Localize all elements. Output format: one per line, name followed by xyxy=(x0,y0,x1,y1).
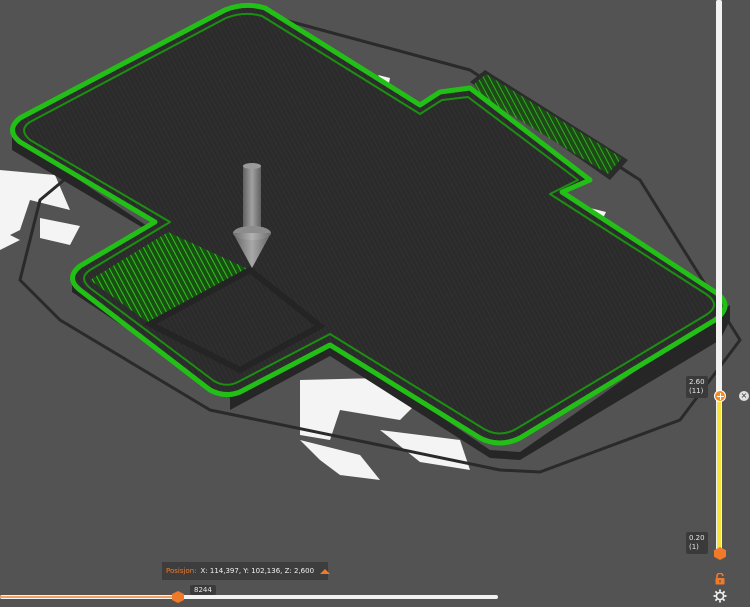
layer-top-label: 2.60 (11) xyxy=(686,376,708,398)
position-value: X: 114,397, Y: 102,136, Z: 2,600 xyxy=(200,567,315,575)
3d-preview-scene[interactable] xyxy=(0,0,750,607)
layer-bottom-index: (1) xyxy=(689,543,699,551)
layer-top-thumb[interactable] xyxy=(714,390,726,402)
layer-bottom-label: 0.20 (1) xyxy=(686,532,708,554)
layer-range-fill xyxy=(717,396,721,554)
layer-top-index: (11) xyxy=(689,387,704,395)
position-title: Posisjon: xyxy=(166,567,197,575)
triangle-up-icon[interactable] xyxy=(320,568,331,574)
move-slider-fill xyxy=(0,596,178,598)
position-readout-panel: Posisjon: X: 114,397, Y: 102,136, Z: 2,6… xyxy=(162,562,331,580)
close-icon[interactable]: × xyxy=(739,391,749,401)
layer-top-value: 2.60 xyxy=(689,378,705,386)
lock-open-icon[interactable] xyxy=(714,573,726,585)
layer-bottom-value: 0.20 xyxy=(689,534,705,542)
gear-icon[interactable] xyxy=(713,589,727,603)
move-slider-value: 8244 xyxy=(190,585,216,595)
